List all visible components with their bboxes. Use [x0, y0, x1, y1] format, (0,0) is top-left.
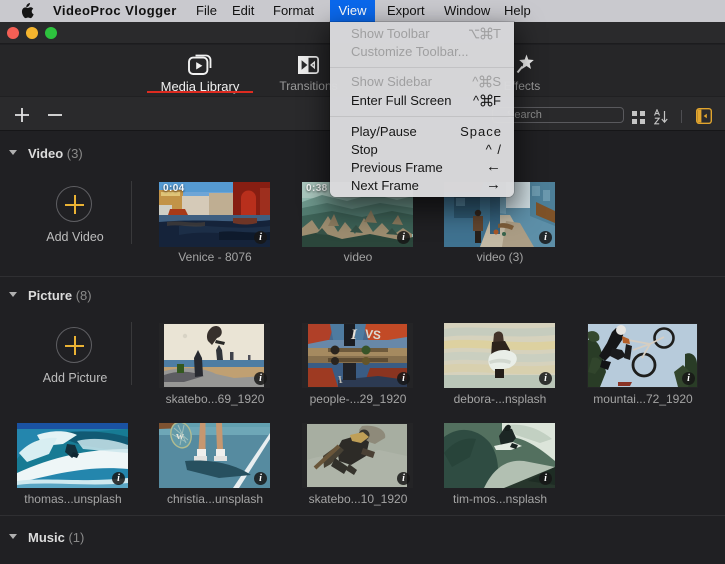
svg-text:w: w [176, 430, 184, 442]
svg-text:I: I [337, 373, 343, 385]
svg-text:I: I [350, 327, 358, 343]
svg-text:VS: VS [364, 327, 381, 343]
